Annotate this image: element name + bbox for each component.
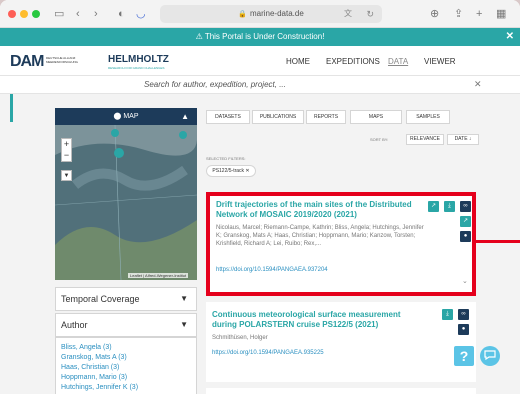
nav-data[interactable]: DATA <box>388 57 408 66</box>
tab-maps[interactable]: MAPS <box>350 110 402 124</box>
privacy-shield-icon[interactable]: ◐ <box>118 7 125 21</box>
zoom-out-button[interactable]: − <box>62 150 71 161</box>
left-accent-bar <box>10 94 13 122</box>
author-filter[interactable]: Author ▼ <box>55 313 197 337</box>
nav-home[interactable]: HOME <box>286 57 310 66</box>
result-card <box>206 388 476 394</box>
warning-icon: ⚠ <box>195 32 203 41</box>
download-icon[interactable]: ⊕ <box>430 7 439 21</box>
nav-viewer[interactable]: VIEWER <box>424 57 456 66</box>
nav-expeditions[interactable]: EXPEDITIONS <box>326 57 380 66</box>
back-icon[interactable]: ‹ <box>76 7 80 21</box>
open-external-icon[interactable]: ↗ <box>428 201 439 212</box>
author-option[interactable]: Granskog, Mats A (3) <box>61 353 196 363</box>
map-attribution[interactable]: Leaflet | Alfred-Wegener-Institut <box>128 273 189 278</box>
tab-publications[interactable]: PUBLICATIONS <box>252 110 304 124</box>
author-option[interactable]: Haas, Christian (3) <box>61 363 196 373</box>
author-list: Bliss, Angela (3) Granskog, Mats A (3) H… <box>55 337 197 394</box>
site-header: DAM DEUTSCHE ALLIANZ MEERESFORSCHUNG HEL… <box>0 46 520 76</box>
search-bar[interactable]: Search for author, expedition, project, … <box>0 76 520 94</box>
link-icon[interactable]: ∞ <box>458 309 469 320</box>
map-terrain <box>55 125 197 280</box>
sort-date-button[interactable]: DATE ↓ <box>447 134 479 145</box>
author-option[interactable]: Hutchings, Jennifer K (3) <box>61 383 196 393</box>
sort-by-label: SORT BY: <box>370 137 389 142</box>
chat-button[interactable] <box>480 346 500 366</box>
chevron-down-icon: ▼ <box>180 294 188 303</box>
sidebar-icon[interactable]: ▭ <box>54 7 64 21</box>
translate-icon[interactable]: 文 <box>344 5 352 23</box>
dam-logo-subtitle: DEUTSCHE ALLIANZ MEERESFORSCHUNG <box>46 56 79 64</box>
helmholtz-logo-subtitle: RESEARCH FOR GRAND CHALLENGES <box>108 66 165 70</box>
sort-relevance-button[interactable]: RELEVANCE <box>406 134 444 145</box>
search-input[interactable]: Search for author, expedition, project, … <box>144 80 286 89</box>
forward-icon[interactable]: › <box>94 7 98 21</box>
minimize-window-button[interactable] <box>20 10 28 18</box>
result-doi-link[interactable]: https://doi.org/10.1594/PANGAEA.937204 <box>216 267 328 273</box>
expand-chevron-icon[interactable]: ⌄ <box>462 277 468 285</box>
lock-icon: 🔒 <box>238 11 247 18</box>
construction-banner: ⚠ This Portal is Under Construction! ✕ <box>0 28 520 46</box>
result-title[interactable]: Continuous meteorological surface measur… <box>212 310 412 330</box>
chat-icon <box>484 350 496 361</box>
new-tab-icon[interactable]: + <box>476 7 482 21</box>
browser-window: ▭ ‹ › ◐ ◡ 🔒 marine-data.de 文 ↻ ⊕ ⇪ + ▦ ⚠ … <box>0 0 520 394</box>
result-card: Continuous meteorological surface measur… <box>206 302 476 382</box>
temporal-coverage-label: Temporal Coverage <box>61 294 140 304</box>
search-clear-icon[interactable]: ✕ <box>474 79 482 90</box>
result-authors: Nicolaus, Marcel; Riemann-Campe, Kathrin… <box>216 225 424 247</box>
tab-datasets[interactable]: DATASETS <box>206 110 250 124</box>
map-zoom-control[interactable]: + − <box>61 138 72 162</box>
url-text: marine-data.de <box>249 9 304 18</box>
map-filter-button[interactable]: ▼ <box>61 170 72 181</box>
chevron-up-icon[interactable]: ▲ <box>181 108 189 125</box>
download-icon[interactable]: ⤓ <box>444 201 455 212</box>
map-label: MAP <box>123 113 139 120</box>
banner-text: This Portal is Under Construction! <box>204 32 325 41</box>
map-view[interactable] <box>55 125 197 280</box>
reload-icon[interactable]: ↻ <box>366 5 374 23</box>
info-icon[interactable]: ● <box>458 324 469 335</box>
address-bar[interactable]: 🔒 marine-data.de 文 ↻ <box>160 5 382 23</box>
map-pin-icon: ⬤ <box>113 113 122 120</box>
map-marker[interactable] <box>179 131 187 139</box>
tab-overview-icon[interactable]: ▦ <box>496 7 506 21</box>
selected-filters-label: SELECTED FILTERS: <box>206 156 246 161</box>
download-icon[interactable]: ⤓ <box>442 309 453 320</box>
share-icon[interactable]: ⇪ <box>454 7 463 21</box>
author-option[interactable]: Hoppmann, Mario (3) <box>61 373 196 383</box>
close-window-button[interactable] <box>8 10 16 18</box>
zoom-window-button[interactable] <box>32 10 40 18</box>
map-marker[interactable] <box>111 129 119 137</box>
browser-toolbar: ▭ ‹ › ◐ ◡ 🔒 marine-data.de 文 ↻ ⊕ ⇪ + ▦ <box>0 0 520 28</box>
open-external-icon[interactable]: ↗ <box>460 216 471 227</box>
filter-chip[interactable]: PS122/5-track ✕ <box>206 165 256 177</box>
result-title[interactable]: Drift trajectories of the main sites of … <box>216 200 412 220</box>
help-button[interactable]: ? <box>454 346 474 366</box>
author-filter-label: Author <box>61 320 88 330</box>
map-marker[interactable] <box>114 148 124 158</box>
tab-reports[interactable]: REPORTS <box>306 110 346 124</box>
helmholtz-logo[interactable]: HELMHOLTZ <box>108 54 169 65</box>
zoom-in-button[interactable]: + <box>62 139 71 150</box>
link-icon[interactable]: ∞ <box>460 201 471 212</box>
result-card: Drift trajectories of the main sites of … <box>206 192 476 296</box>
extension-icon[interactable]: ◡ <box>136 7 146 21</box>
dam-logo[interactable]: DAM <box>10 53 44 71</box>
result-authors: Schmithüsen, Holger <box>212 335 268 341</box>
banner-close-button[interactable]: ✕ <box>506 28 514 46</box>
info-icon[interactable]: ● <box>460 231 471 242</box>
highlight-pointer-line <box>476 240 520 243</box>
result-doi-link[interactable]: https://doi.org/10.1594/PANGAEA.935225 <box>212 350 324 356</box>
chevron-down-icon: ▼ <box>180 320 188 329</box>
map-panel-header[interactable]: ⬤ MAP ▲ <box>55 108 197 125</box>
tab-samples[interactable]: SAMPLES <box>406 110 450 124</box>
temporal-coverage-filter[interactable]: Temporal Coverage ▼ <box>55 287 197 311</box>
author-option[interactable]: Bliss, Angela (3) <box>61 343 196 353</box>
